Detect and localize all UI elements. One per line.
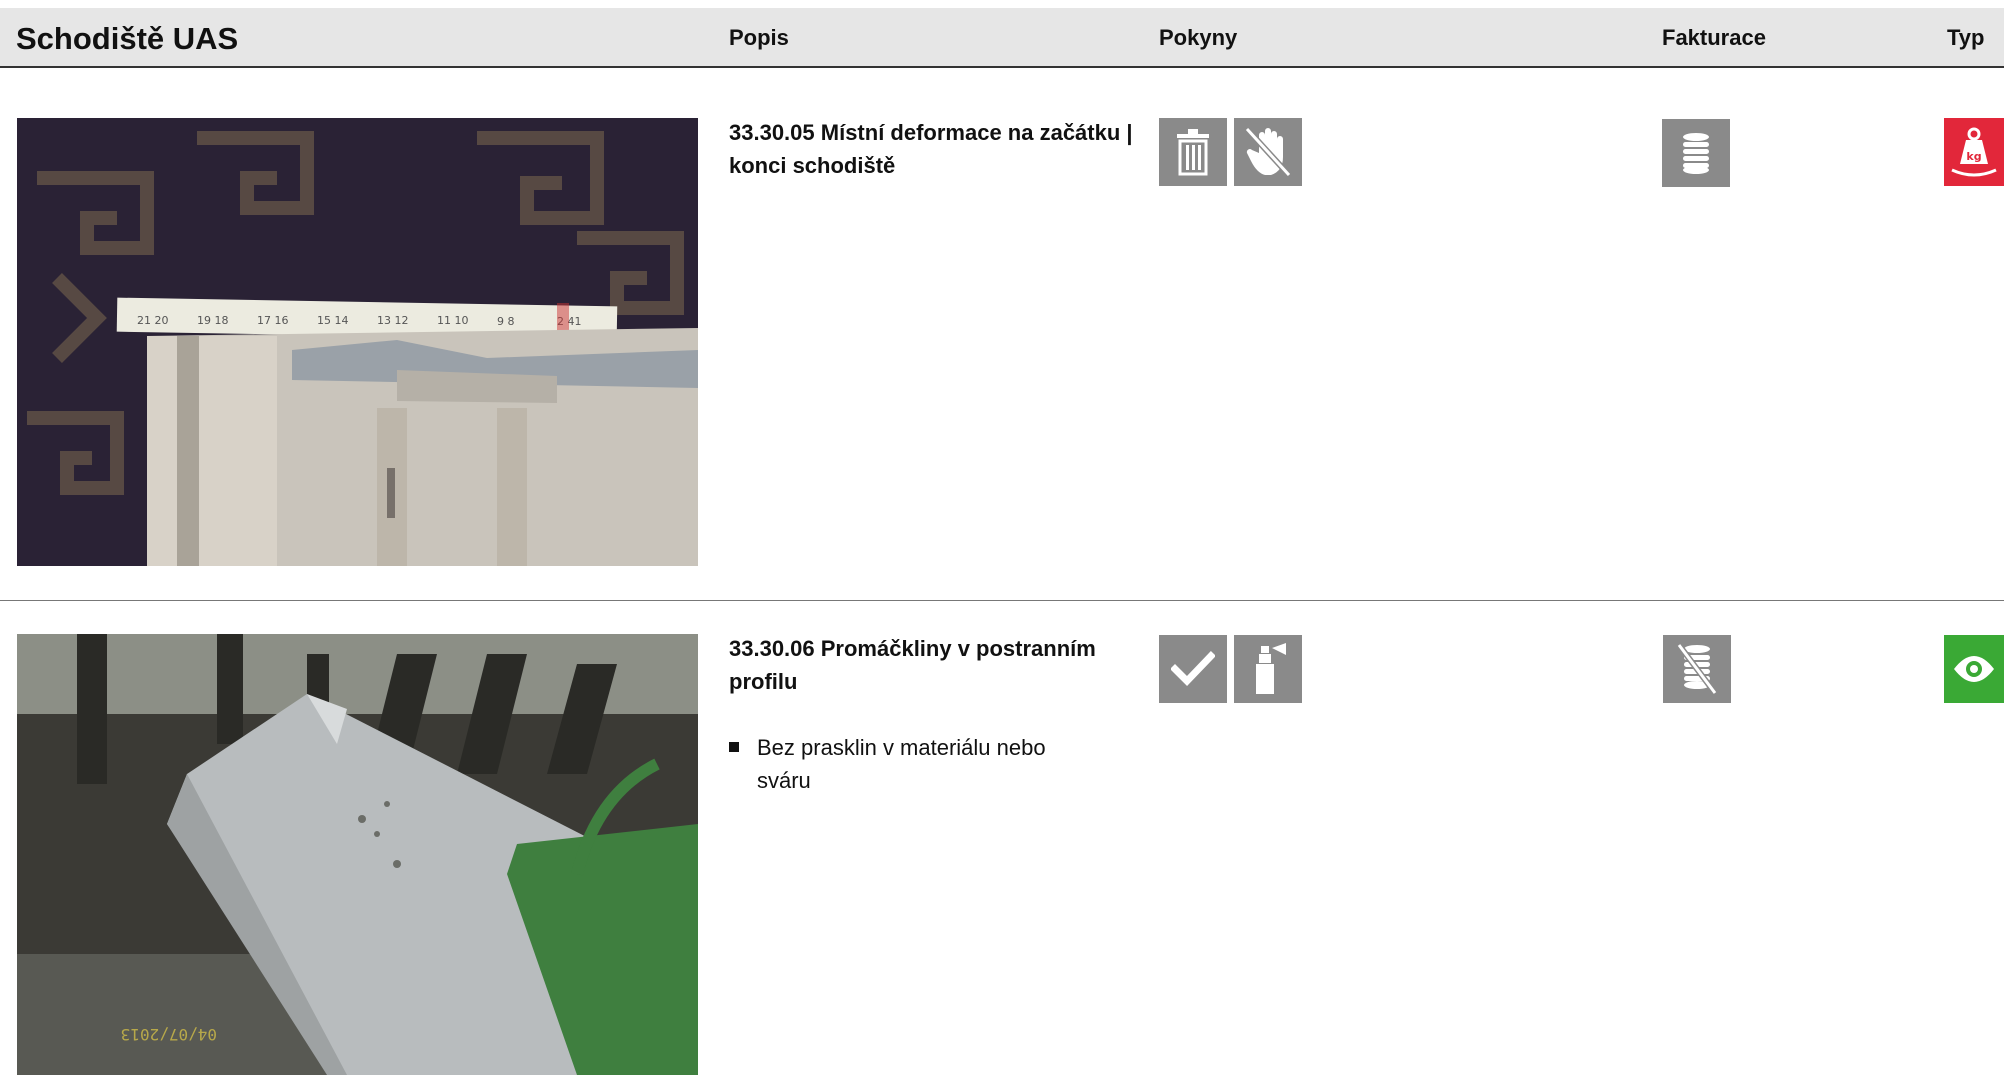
check-icon[interactable]	[1159, 635, 1227, 703]
photo-timestamp: 04/07/2013	[121, 1025, 217, 1044]
trash-icon[interactable]	[1159, 118, 1227, 186]
svg-text:15 14: 15 14	[317, 314, 349, 327]
no-billing-icon[interactable]	[1663, 635, 1731, 703]
page-title: Schodiště UAS	[16, 21, 239, 56]
svg-text:21 20: 21 20	[137, 314, 169, 327]
photo-side-profile-dents: 04/07/2013	[17, 634, 698, 1075]
column-header-popis: Popis	[729, 25, 789, 50]
svg-text:13 12: 13 12	[377, 314, 409, 327]
weight-kg-label: kg	[1966, 150, 1981, 163]
column-header-typ: Typ	[1947, 25, 1985, 50]
no-touch-icon[interactable]	[1234, 118, 1302, 186]
item-title: 33.30.05 Místní deformace na začátku | k…	[729, 120, 1133, 178]
billing-coins-icon[interactable]	[1662, 119, 1730, 187]
svg-text:17 16: 17 16	[257, 314, 289, 327]
bullet-text: Bez prasklin v materiálu nebo sváru	[757, 735, 1046, 793]
list-item: Bez prasklin v materiálu nebo sváru	[729, 731, 1079, 797]
bullet-mark	[729, 742, 739, 752]
eye-icon	[1944, 635, 2004, 703]
svg-text:11 10: 11 10	[437, 314, 469, 327]
row-divider	[0, 600, 2004, 601]
spray-icon[interactable]	[1234, 635, 1302, 703]
item-title: 33.30.06 Promáčkliny v postranním profil…	[729, 636, 1096, 694]
column-header-pokyny: Pokyny	[1159, 25, 1238, 50]
svg-text:9 8: 9 8	[497, 315, 515, 328]
table-header: Schodiště UAS Popis Pokyny Fakturace Typ	[0, 8, 2004, 68]
column-header-fakturace: Fakturace	[1662, 25, 1766, 50]
svg-text:19 18: 19 18	[197, 314, 229, 327]
photo-stair-deformation: 21 20 19 18 17 16 15 14 13 12 11 10 9 82 41	[17, 118, 698, 566]
weight-kg-icon: kg	[1944, 118, 2004, 186]
